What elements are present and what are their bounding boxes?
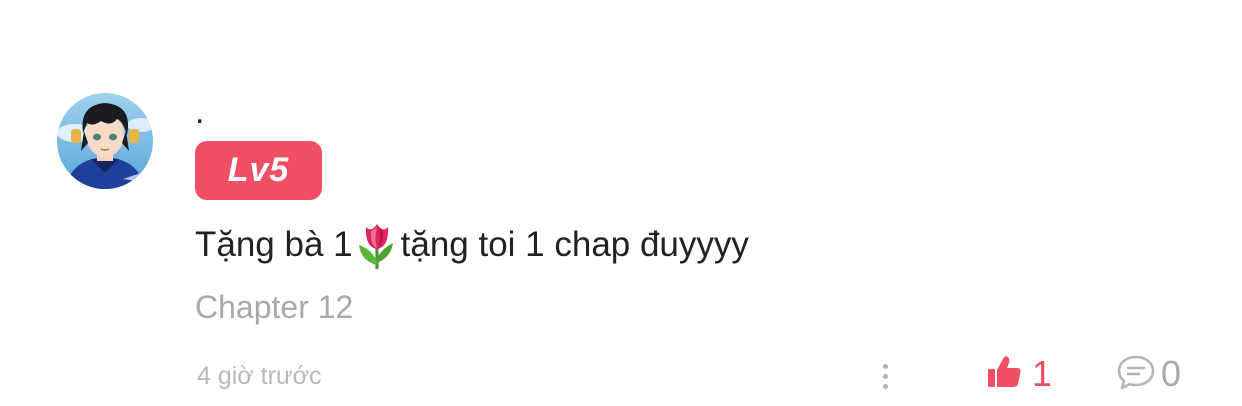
thumbs-up-icon (986, 354, 1022, 395)
like-count: 1 (1032, 353, 1053, 394)
level-badge: Lv5 (195, 141, 322, 200)
more-dot-icon (882, 363, 888, 369)
more-options-button[interactable] (872, 356, 898, 396)
avatar-image (57, 93, 153, 189)
reply-button[interactable]: 0 (1117, 352, 1181, 396)
comment-text-part-2: tặng toi 1 chap đuyyyy (400, 225, 749, 264)
speech-bubble-icon (1117, 354, 1155, 395)
timestamp: 4 giờ trước (197, 362, 322, 390)
tulip-icon (355, 221, 399, 270)
comment-item: . Lv5 Tặng bà 1 tặng toi 1 chap đuyyyy C… (0, 0, 1242, 406)
comment-body: Tặng bà 1 tặng toi 1 chap đuyyyy (195, 220, 749, 270)
like-button[interactable]: 1 (986, 352, 1052, 396)
avatar[interactable] (57, 93, 153, 189)
more-dot-icon (882, 383, 888, 389)
username[interactable]: . (195, 92, 204, 132)
level-badge-label: Lv5 (227, 151, 290, 189)
chapter-link[interactable]: Chapter 12 (195, 286, 353, 328)
comment-text-part-1: Tặng bà 1 (195, 225, 353, 264)
reply-count: 0 (1161, 353, 1182, 394)
more-dot-icon (882, 373, 888, 379)
